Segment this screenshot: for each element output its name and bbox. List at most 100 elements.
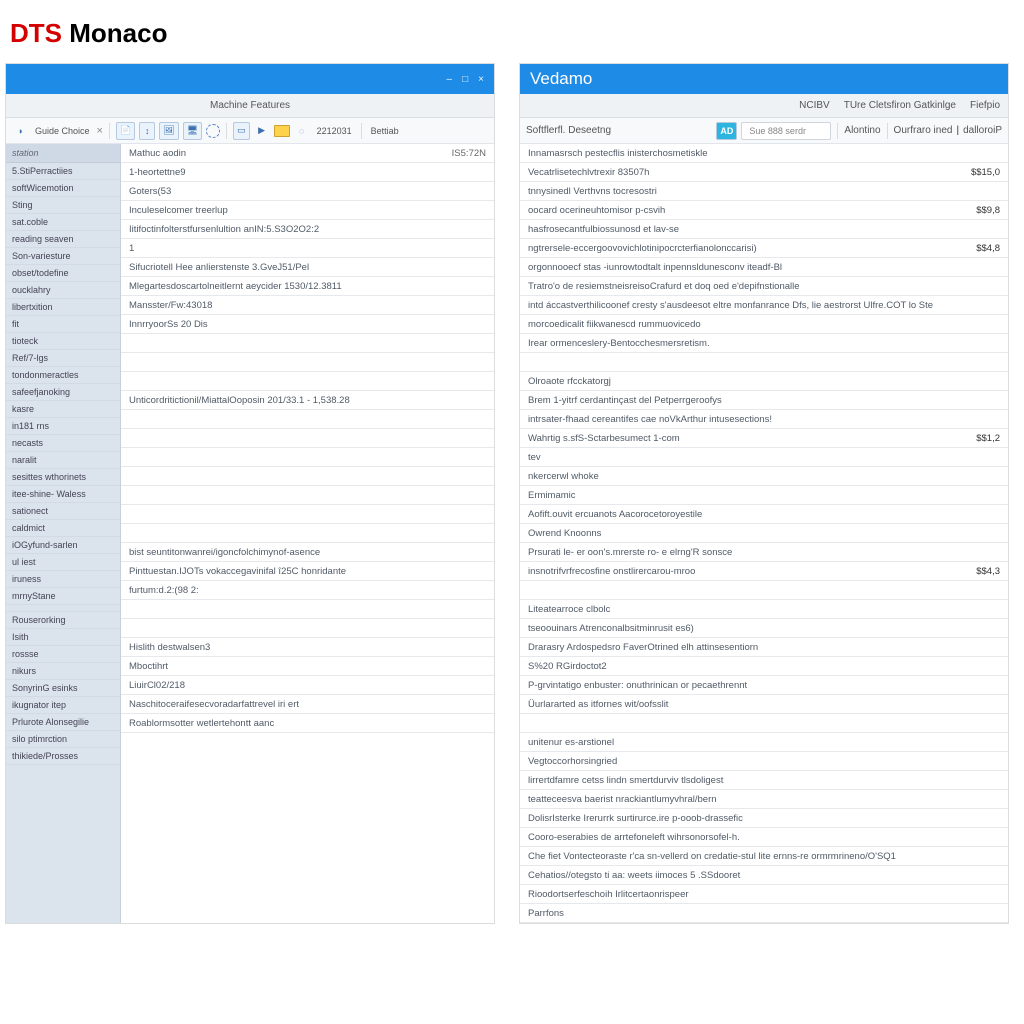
sidebar-item[interactable]: Son-variesture	[6, 248, 120, 265]
list-row[interactable]: Drarasry Ardospedsro FaverOtrined elh at…	[520, 638, 1008, 657]
list-row[interactable]: Aofift.ouvit ercuanots Aacorocetoroyesti…	[520, 505, 1008, 524]
screen-icon[interactable]: ▭	[233, 122, 250, 140]
col-ture[interactable]: TUre Cletsfiron Gatkinlge	[844, 100, 956, 111]
sidebar-item[interactable]: Rouserorking	[6, 612, 120, 629]
list-row[interactable]: tseoouinars Atrenconalbsitminrusit es6)	[520, 619, 1008, 638]
list-row[interactable]: orgonnooecf stas -iunrowtodtalt inpennsl…	[520, 258, 1008, 277]
globe-icon[interactable]	[206, 124, 220, 138]
sidebar-item[interactable]: ul iest	[6, 554, 120, 571]
list-row[interactable]: Olroaote rfcckatorgj	[520, 372, 1008, 391]
list-row[interactable]: Mathuc aodinIS5:72N	[121, 144, 494, 163]
sidebar-item[interactable]: tondonmeractles	[6, 367, 120, 384]
list-row[interactable]: Unticordritictionil/MiattalOoposin 201/3…	[121, 391, 494, 410]
sidebar-item[interactable]: reading seaven	[6, 231, 120, 248]
list-row[interactable]: Parrfons	[520, 904, 1008, 923]
titlebar-left[interactable]: – □ ×	[6, 64, 494, 94]
list-row[interactable]: Cehatios//otegsto ti aa: weets iimoces 5…	[520, 866, 1008, 885]
list-row[interactable]: Inculeselcomer treerlup	[121, 201, 494, 220]
sidebar-item[interactable]: 5.StiPerractiies	[6, 163, 120, 180]
window-controls[interactable]: – □ ×	[447, 74, 484, 85]
sidebar-item[interactable]: rossse	[6, 646, 120, 663]
list-row[interactable]: teatteceesva baerist nrackiantlumyvhral/…	[520, 790, 1008, 809]
play-icon[interactable]: ▶	[254, 122, 270, 140]
tb-icon-3[interactable]: 🖼	[159, 122, 178, 140]
list-row[interactable]	[121, 505, 494, 524]
sidebar-item[interactable]: obset/todefine	[6, 265, 120, 282]
list-row[interactable]: lirrertdfamre cetss lindn smertdurviv tl…	[520, 771, 1008, 790]
list-row[interactable]: Vegtoccorhorsingried	[520, 752, 1008, 771]
close-icon[interactable]: ×	[478, 74, 484, 85]
list-row[interactable]: Sifucriotell Hee anlierstenste 3.GveJ51/…	[121, 258, 494, 277]
list-row[interactable]	[520, 581, 1008, 600]
list-row[interactable]: Pinttuestan.IJOTs vokaccegavinifal î25C …	[121, 562, 494, 581]
list-row[interactable]: intrsater-fhaad cereantifes cae noVkArth…	[520, 410, 1008, 429]
sidebar-item[interactable]: naralit	[6, 452, 120, 469]
sidebar-item[interactable]: safeefjanoking	[6, 384, 120, 401]
list-row[interactable]: oocard ocerineuhtomisor p-csvih$$9,8	[520, 201, 1008, 220]
list-row[interactable]: 1	[121, 239, 494, 258]
sidebar-item[interactable]: softWicemotion	[6, 180, 120, 197]
list-row[interactable]: Wahrtig s.sfS-Sctarbesumect 1-com$$1,2	[520, 429, 1008, 448]
sidebar-item[interactable]: Isith	[6, 629, 120, 646]
sidebar-item[interactable]: caldmict	[6, 520, 120, 537]
list-row[interactable]: hasfrosecantfulbiossunosd et lav-se	[520, 220, 1008, 239]
sidebar-item[interactable]: iruness	[6, 571, 120, 588]
list-row[interactable]: S%20 RGirdoctot2	[520, 657, 1008, 676]
tab-alontino[interactable]: Alontino	[844, 125, 880, 136]
sidebar-item[interactable]: Sting	[6, 197, 120, 214]
list-row[interactable]: Goters(53	[121, 182, 494, 201]
sidebar-item[interactable]	[6, 605, 120, 612]
sidebar-item[interactable]: ikugnator itep	[6, 697, 120, 714]
list-row[interactable]: insnotrifvrfrecosfine onstlirercarou-mro…	[520, 562, 1008, 581]
tb-icon-1[interactable]: 📄	[116, 122, 135, 140]
list-row[interactable]	[121, 600, 494, 619]
list-row[interactable]: Mboctihrt	[121, 657, 494, 676]
list-row[interactable]: Tratro'o de resiemstneisreisoCrafurd et …	[520, 277, 1008, 296]
sidebar-item[interactable]: sesittes wthorinets	[6, 469, 120, 486]
sidebar-item[interactable]: necasts	[6, 435, 120, 452]
col-ncibv[interactable]: NCIBV	[799, 100, 830, 111]
sidebar-item[interactable]: silo ptimrction	[6, 731, 120, 748]
list-row[interactable]: Vecatrlisetechlvtrexir 83507h$$15,0	[520, 163, 1008, 182]
list-row[interactable]	[121, 448, 494, 467]
list-row[interactable]: Mlegartesdoscartolneitlernt aeycider 153…	[121, 277, 494, 296]
sidebar-item[interactable]: sationect	[6, 503, 120, 520]
sidebar-item[interactable]: fit	[6, 316, 120, 333]
lead-icon[interactable]: ◑	[12, 122, 28, 140]
list-row[interactable]	[121, 410, 494, 429]
sidebar-item[interactable]: itee-shine- Waless	[6, 486, 120, 503]
list-row[interactable]: Che fiet Vontecteoraste r'ca sn-vellerd …	[520, 847, 1008, 866]
toolbar-tail[interactable]: Bettiab	[368, 126, 402, 136]
sidebar-item[interactable]: nikurs	[6, 663, 120, 680]
sidebar-item[interactable]: in181 rns	[6, 418, 120, 435]
list-row[interactable]: Ermimamic	[520, 486, 1008, 505]
list-row[interactable]	[121, 429, 494, 448]
list-row[interactable]: Hislith destwalsen3	[121, 638, 494, 657]
sidebar-item[interactable]: SonyrinG esinks	[6, 680, 120, 697]
list-row[interactable]: morcoedicalit fiikwanescd rummuovicedo	[520, 315, 1008, 334]
list-row[interactable]: Rioodortserfeschoih Irlitcertaonrispeer	[520, 885, 1008, 904]
list-row[interactable]: furtum:d.2:(98 2:	[121, 581, 494, 600]
sidebar-item[interactable]: mrnyStane	[6, 588, 120, 605]
list-row[interactable]: Irear ormenceslery-Bentocchesmersretism.	[520, 334, 1008, 353]
list-row[interactable]: Naschitoceraifesecvoradarfattrevel iri e…	[121, 695, 494, 714]
list-row[interactable]: tev	[520, 448, 1008, 467]
list-row[interactable]: Owrend Knoonns	[520, 524, 1008, 543]
chip-close-icon[interactable]: ×	[97, 125, 103, 137]
list-row[interactable]: P-grvintatigo enbuster: onuthrinican or …	[520, 676, 1008, 695]
list-row[interactable]: intd áccastverthilicoonef cresty s'ausde…	[520, 296, 1008, 315]
sidebar-item[interactable]: Ref/7-lgs	[6, 350, 120, 367]
sidebar-item[interactable]: tioteck	[6, 333, 120, 350]
sidebar-item[interactable]: kasre	[6, 401, 120, 418]
list-row[interactable]: bist seuntitonwanrei/igoncfolchimynof-as…	[121, 543, 494, 562]
list-row[interactable]: Liteatearroce clbolc	[520, 600, 1008, 619]
ad-badge[interactable]: AD	[716, 122, 737, 140]
col-fiepio[interactable]: Fiefpio	[970, 100, 1000, 111]
list-row[interactable]: Roablormsotter wetlertehontt aanc	[121, 714, 494, 733]
list-row[interactable]: Üurlararted as itfornes wit/oofsslit	[520, 695, 1008, 714]
circle-icon[interactable]: ◌	[294, 122, 310, 140]
tab-ourfraro[interactable]: Ourfraro ined	[894, 125, 953, 136]
list-row[interactable]	[121, 619, 494, 638]
tb-icon-4[interactable]: 🖥	[183, 122, 202, 140]
list-row[interactable]: InnrryoorSs 20 Dis	[121, 315, 494, 334]
